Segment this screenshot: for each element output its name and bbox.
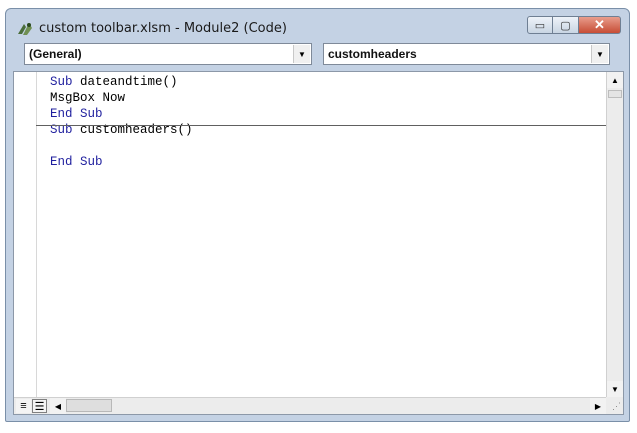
code-window: custom toolbar.xlsm - Module2 (Code) ▭ ▢… [5, 8, 630, 422]
scroll-up-icon[interactable]: ▲ [607, 72, 623, 88]
vertical-scrollbar[interactable]: ▲ ▼ [606, 72, 623, 397]
vertical-scroll-thumb[interactable] [608, 90, 622, 98]
code-text[interactable]: Sub dateandtime() MsgBox Now End Sub Sub… [50, 74, 193, 170]
procedure-dropdown[interactable]: customheaders ▼ [323, 43, 610, 65]
procedure-separator [36, 125, 606, 126]
scroll-left-icon[interactable]: ◀ [50, 398, 66, 414]
code-line[interactable]: End Sub [50, 154, 193, 170]
scroll-down-icon[interactable]: ▼ [607, 381, 623, 397]
full-module-view-icon[interactable]: ☰ [32, 399, 47, 413]
code-line[interactable]: Sub dateandtime() [50, 74, 193, 90]
code-line[interactable]: MsgBox Now [50, 90, 193, 106]
close-icon: ✕ [594, 17, 605, 32]
margin-indicator-bar[interactable] [14, 72, 37, 397]
horizontal-scroll-thumb[interactable] [66, 399, 112, 412]
resize-grip-icon[interactable]: ⋰ [612, 401, 621, 412]
code-line[interactable] [50, 138, 193, 154]
code-line[interactable]: End Sub [50, 106, 193, 122]
app-icon [18, 23, 32, 35]
dropdown-arrow-icon[interactable]: ▼ [293, 45, 310, 63]
horizontal-scrollbar[interactable]: ≡ ☰ ◀ ▶ [14, 397, 606, 414]
object-dropdown-value: (General) [29, 47, 82, 61]
window-controls: ▭ ▢ ✕ [527, 16, 621, 36]
object-dropdown[interactable]: (General) ▼ [24, 43, 312, 65]
title-bar[interactable]: custom toolbar.xlsm - Module2 (Code) ▭ ▢… [6, 9, 629, 43]
maximize-icon: ▢ [560, 19, 571, 32]
minimize-icon: ▭ [534, 19, 546, 32]
procedure-dropdown-value: customheaders [328, 47, 417, 61]
maximize-button[interactable]: ▢ [553, 16, 579, 34]
procedure-view-icon[interactable]: ≡ [16, 399, 31, 413]
window-title: custom toolbar.xlsm - Module2 (Code) [39, 21, 287, 36]
close-button[interactable]: ✕ [579, 16, 621, 34]
dropdown-arrow-icon[interactable]: ▼ [591, 45, 608, 63]
scrollbar-corner: ⋰ [606, 397, 623, 414]
code-editor[interactable]: Sub dateandtime() MsgBox Now End Sub Sub… [13, 71, 624, 415]
minimize-button[interactable]: ▭ [527, 16, 553, 34]
scroll-right-icon[interactable]: ▶ [590, 398, 606, 414]
